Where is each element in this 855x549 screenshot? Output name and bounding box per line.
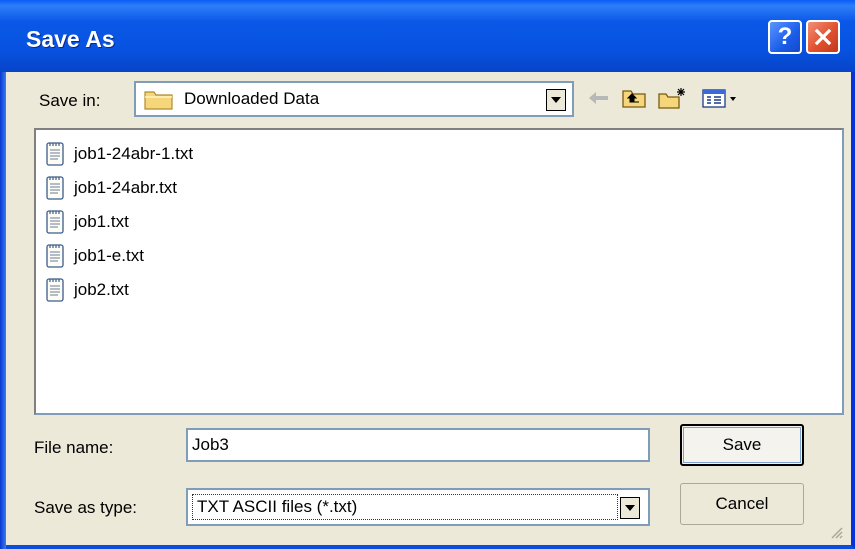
save-button[interactable]: Save <box>680 424 804 466</box>
close-icon <box>814 28 832 46</box>
file-name: job1-e.txt <box>74 246 144 265</box>
cancel-button[interactable]: Cancel <box>680 483 804 525</box>
views-menu-icon <box>702 89 736 108</box>
file-name: job2.txt <box>74 280 129 299</box>
save-in-dropdown[interactable]: Downloaded Data <box>134 81 574 117</box>
save-as-dialog: Save As ? Save in: Downloaded Data job1-… <box>0 0 855 549</box>
file-name: job1-24abr-1.txt <box>74 144 194 163</box>
save-as-type-dropdown[interactable]: TXT ASCII files (*.txt) <box>186 488 650 526</box>
window-title: Save As <box>26 26 115 52</box>
help-icon: ? <box>777 23 793 50</box>
new-folder-icon <box>658 88 685 109</box>
text-file-icon <box>46 176 64 200</box>
views-menu-button[interactable] <box>700 84 742 112</box>
window-left-border <box>0 0 6 549</box>
save-as-type-value: TXT ASCII files (*.txt) <box>192 494 618 520</box>
back-button[interactable] <box>586 84 612 112</box>
back-arrow-icon <box>589 92 608 104</box>
file-name: job1.txt <box>74 212 129 231</box>
file-item[interactable]: job1-24abr.txt <box>44 174 177 202</box>
file-name-label: File name: <box>34 438 114 457</box>
file-item[interactable]: job1.txt <box>44 208 129 236</box>
text-file-icon <box>46 278 64 302</box>
title-bar[interactable]: Save As ? <box>0 0 855 72</box>
text-file-icon <box>46 210 64 234</box>
file-name: job1-24abr.txt <box>74 178 178 197</box>
file-name-input[interactable]: Job3 <box>186 428 650 462</box>
file-item[interactable]: job1-e.txt <box>44 242 144 270</box>
save-in-label: Save in: <box>39 91 101 110</box>
up-one-level-icon <box>622 90 646 108</box>
file-list[interactable]: job1-24abr-1.txt job1-24abr.txt job1.txt <box>34 128 844 415</box>
save-in-dropdown-arrow[interactable] <box>546 89 566 111</box>
close-button[interactable] <box>806 20 840 54</box>
resize-grip-icon[interactable] <box>827 523 843 539</box>
save-in-value: Downloaded Data <box>184 89 320 108</box>
folder-icon <box>144 91 173 110</box>
file-item[interactable]: job2.txt <box>44 276 129 304</box>
text-file-icon <box>46 244 64 268</box>
save-as-type-dropdown-arrow[interactable] <box>620 497 640 519</box>
up-one-level-button[interactable] <box>620 84 648 112</box>
file-item[interactable]: job1-24abr-1.txt <box>44 140 193 168</box>
new-folder-button[interactable] <box>656 84 690 112</box>
help-button[interactable]: ? <box>768 20 802 54</box>
save-as-type-label: Save as type: <box>34 498 138 517</box>
text-file-icon <box>46 142 64 166</box>
